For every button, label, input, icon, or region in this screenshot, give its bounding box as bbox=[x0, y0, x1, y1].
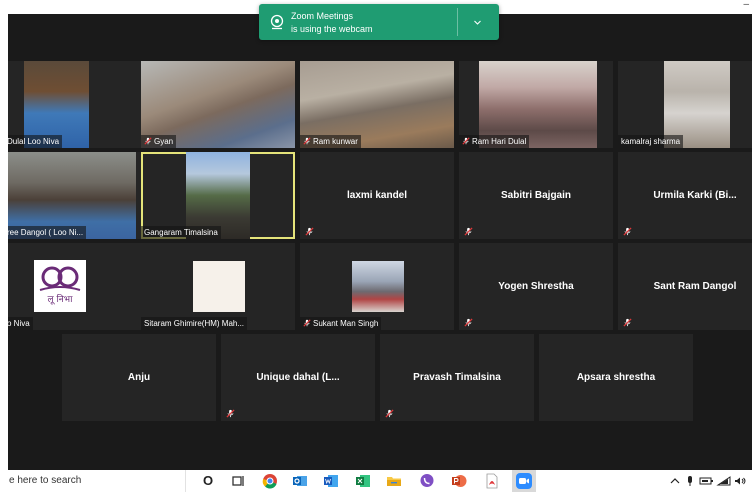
participant-tile[interactable]: Sukant Man Singh bbox=[300, 243, 454, 330]
participant-name: Yogen Shrestha bbox=[498, 281, 574, 292]
zoom-app-icon bbox=[516, 473, 532, 489]
participant-name: ree Dangol ( Loo Ni... bbox=[8, 226, 87, 239]
participant-name: Ram Hari Dulal bbox=[459, 135, 530, 148]
participant-tile[interactable]: Ram Hari Dulal bbox=[459, 61, 613, 148]
participant-tile[interactable]: Sitaram Ghimire(HM) Mah... bbox=[141, 243, 295, 330]
notification-title: Zoom Meetings bbox=[291, 11, 354, 21]
participant-name: Dulal Loo Niva bbox=[8, 135, 63, 148]
mic-muted-icon bbox=[623, 318, 632, 327]
zoom-taskbar-button[interactable] bbox=[512, 470, 536, 492]
participant-name: Pravash Timalsina bbox=[413, 372, 501, 383]
file-explorer-icon[interactable] bbox=[386, 473, 402, 489]
participant-tile[interactable]: laxmi kandel bbox=[300, 152, 454, 239]
mic-muted-icon bbox=[305, 227, 314, 236]
chevron-down-icon[interactable] bbox=[473, 18, 482, 27]
video-feed bbox=[352, 261, 404, 312]
zoom-gallery-view: Dulal Loo Niva Gyan Ram kunwar Ram Hari … bbox=[8, 14, 752, 470]
participant-name: Anju bbox=[127, 372, 151, 383]
participant-name: Sukant Man Singh bbox=[300, 317, 382, 330]
participant-tile[interactable]: लू निभा o Niva bbox=[8, 243, 158, 330]
participant-tile[interactable]: Urmila Karki (Bi... bbox=[618, 152, 752, 239]
participant-tile[interactable]: Sant Ram Dangol bbox=[618, 243, 752, 330]
participant-tile[interactable]: Unique dahal (L... bbox=[221, 334, 375, 421]
participant-tile[interactable]: Apsara shrestha bbox=[539, 334, 693, 421]
mic-muted-icon bbox=[226, 409, 235, 418]
mic-muted-icon bbox=[303, 137, 311, 145]
participant-name: Ram kunwar bbox=[300, 135, 361, 148]
participant-name: kamalraj sharma bbox=[618, 135, 684, 148]
participant-tile[interactable]: ree Dangol ( Loo Ni... bbox=[8, 152, 158, 239]
participant-tile[interactable]: Dulal Loo Niva bbox=[8, 61, 158, 148]
wifi-icon[interactable] bbox=[716, 476, 731, 486]
participant-name: Apsara shrestha bbox=[576, 372, 656, 383]
mic-muted-icon bbox=[303, 319, 311, 327]
mic-muted-icon bbox=[623, 227, 632, 236]
chevron-up-icon[interactable] bbox=[670, 478, 680, 484]
participant-name: Gangaram Timalsina bbox=[141, 226, 221, 239]
search-placeholder: e here to search bbox=[9, 475, 82, 486]
participant-name: Urmila Karki (Bi... bbox=[653, 190, 737, 201]
outlook-icon[interactable] bbox=[292, 473, 308, 489]
participant-name: Sabitri Bajgain bbox=[500, 190, 571, 201]
loo-niva-logo: लू निभा bbox=[34, 260, 86, 312]
excel-icon[interactable] bbox=[355, 473, 371, 489]
taskbar-search-box[interactable]: e here to search bbox=[0, 470, 186, 492]
participant-name: o Niva bbox=[8, 317, 33, 330]
participant-tile[interactable]: Pravash Timalsina bbox=[380, 334, 534, 421]
participant-tile[interactable]: kamalraj sharma bbox=[618, 61, 752, 148]
notification-divider bbox=[457, 8, 458, 36]
microphone-icon[interactable] bbox=[688, 476, 692, 486]
participant-name: Unique dahal (L... bbox=[256, 372, 340, 383]
logo-text: लू निभा bbox=[48, 293, 74, 305]
mic-muted-icon bbox=[144, 137, 152, 145]
pdf-reader-icon[interactable] bbox=[484, 473, 500, 489]
webcam-notification-toast[interactable]: Zoom Meetings is using the webcam bbox=[259, 4, 499, 40]
powerpoint-icon[interactable] bbox=[451, 473, 467, 489]
participant-name: Sitaram Ghimire(HM) Mah... bbox=[141, 317, 248, 330]
task-view-icon[interactable] bbox=[230, 473, 246, 489]
cortana-icon[interactable]: O bbox=[200, 473, 216, 489]
participant-name: Sant Ram Dangol bbox=[653, 281, 737, 292]
participant-tile[interactable]: Ram kunwar bbox=[300, 61, 454, 148]
participant-name: Gyan bbox=[141, 135, 177, 148]
video-feed bbox=[193, 261, 245, 312]
participant-tile-active-speaker[interactable]: Gangaram Timalsina bbox=[141, 152, 295, 239]
word-icon[interactable] bbox=[323, 473, 339, 489]
speaker-icon[interactable] bbox=[735, 477, 746, 485]
participant-tile[interactable]: Sabitri Bajgain bbox=[459, 152, 613, 239]
participant-name: laxmi kandel bbox=[346, 190, 408, 201]
system-tray[interactable] bbox=[668, 473, 748, 489]
viber-icon[interactable] bbox=[419, 473, 435, 489]
participant-tile[interactable]: Yogen Shrestha bbox=[459, 243, 613, 330]
participant-tile[interactable]: Gyan bbox=[141, 61, 295, 148]
mic-muted-icon bbox=[462, 137, 470, 145]
battery-icon[interactable] bbox=[699, 477, 713, 485]
chrome-icon[interactable] bbox=[262, 473, 278, 489]
mic-muted-icon bbox=[385, 409, 394, 418]
mic-muted-icon bbox=[464, 318, 473, 327]
minimize-icon[interactable]: – bbox=[743, 0, 749, 10]
notification-subtitle: is using the webcam bbox=[291, 24, 373, 34]
webcam-icon bbox=[270, 14, 284, 30]
participant-tile[interactable]: Anju bbox=[62, 334, 216, 421]
mic-muted-icon bbox=[464, 227, 473, 236]
windows-taskbar: e here to search O bbox=[0, 470, 752, 492]
